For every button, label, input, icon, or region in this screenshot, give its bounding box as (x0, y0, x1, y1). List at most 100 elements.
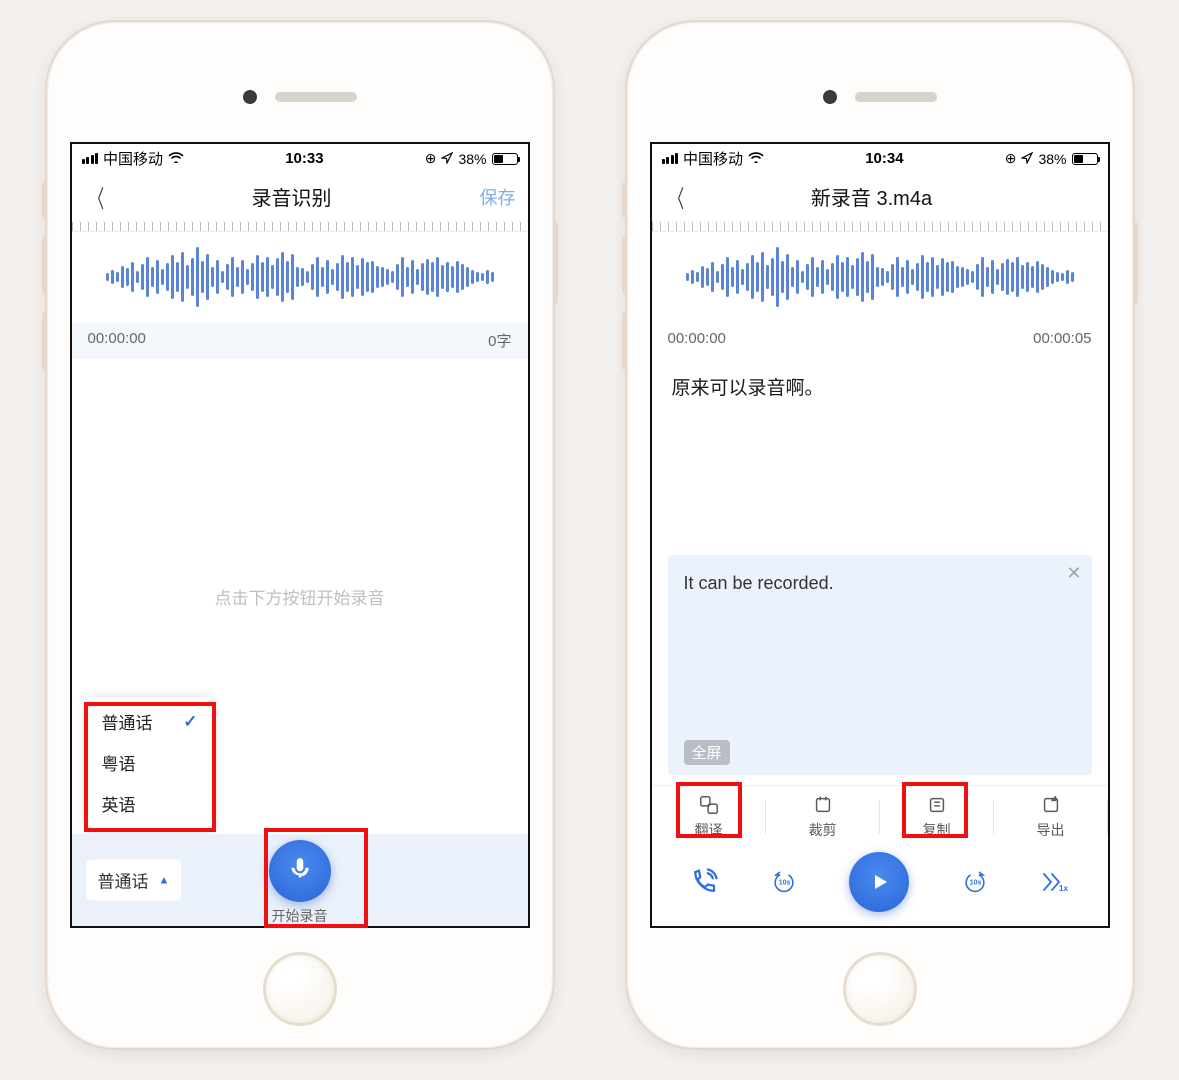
record-control: 开始录音 (269, 840, 331, 926)
svg-text:10s: 10s (779, 880, 791, 887)
svg-text:10s: 10s (970, 880, 982, 887)
language-selected: 普通话 (98, 868, 149, 893)
power-button (1133, 222, 1138, 304)
back-button[interactable]: 〈 (89, 179, 106, 214)
lang-option-cantonese[interactable]: 粤语 (88, 742, 212, 783)
status-bar: 中国移动 10:34 ⊕ 38% (652, 144, 1108, 171)
speaker-grille (855, 92, 937, 102)
content-area: 点击下方按钮开始录音 普通话 ✓ 粤语 英语 (72, 359, 528, 834)
play-icon (867, 870, 891, 894)
status-time: 10:34 (764, 150, 1005, 167)
signal-icon (662, 153, 679, 164)
wifi-icon (168, 150, 184, 167)
translation-text: It can be recorded. (684, 573, 1076, 594)
record-label: 开始录音 (272, 906, 328, 926)
record-button[interactable] (269, 840, 331, 902)
content-area: 原来可以录音啊。 ✕ It can be recorded. 全屏 (652, 355, 1108, 785)
status-left: 中国移动 (662, 148, 765, 169)
lang-option-mandarin[interactable]: 普通话 ✓ (88, 701, 212, 742)
transcript-text[interactable]: 原来可以录音啊。 (668, 367, 1092, 406)
home-button[interactable] (263, 952, 337, 1026)
copy-icon (926, 794, 948, 816)
battery-icon (492, 153, 518, 165)
battery-percent: 38% (458, 151, 486, 167)
trim-icon (812, 794, 834, 816)
alarm-icon: ⊕ (425, 150, 437, 167)
camera-dot (243, 90, 257, 104)
toolbar-label: 裁剪 (809, 820, 837, 840)
translation-panel: ✕ It can be recorded. 全屏 (668, 555, 1092, 775)
toolbar-label: 翻译 (695, 820, 723, 840)
status-bar: 中国移动 10:33 ⊕ 38% (72, 144, 528, 171)
screen-left: 中国移动 10:33 ⊕ 38% 〈 录音识别 保存 00:00:00 0字 (70, 142, 530, 928)
camera-dot (823, 90, 837, 104)
microphone-icon (287, 856, 313, 887)
player-bar: 10s 10s 1x (652, 842, 1108, 926)
status-right: ⊕ 38% (1005, 150, 1098, 167)
language-selector[interactable]: 普通话 ▲ (86, 860, 182, 901)
word-count: 0字 (488, 330, 511, 351)
alarm-icon: ⊕ (1005, 150, 1017, 167)
status-left: 中国移动 (82, 148, 185, 169)
back-button[interactable]: 〈 (669, 179, 686, 214)
svg-text:1x: 1x (1059, 884, 1068, 893)
trim-button[interactable]: 裁剪 (766, 794, 880, 840)
toolbar-label: 复制 (923, 820, 951, 840)
elapsed-time: 00:00:00 (88, 330, 146, 351)
page-title: 新录音 3.m4a (692, 182, 1052, 211)
side-buttons (622, 182, 627, 370)
side-buttons (42, 182, 47, 370)
battery-percent: 38% (1038, 151, 1066, 167)
battery-icon (1072, 153, 1098, 165)
save-button[interactable]: 保存 (472, 184, 516, 210)
language-dropdown-menu[interactable]: 普通话 ✓ 粤语 英语 (88, 697, 212, 828)
placeholder-hint: 点击下方按钮开始录音 (215, 584, 385, 609)
location-icon (1021, 151, 1033, 167)
power-button (553, 222, 558, 304)
earpiece (823, 90, 937, 104)
carrier-label: 中国移动 (683, 148, 743, 169)
phone-mockup-left: 中国移动 10:33 ⊕ 38% 〈 录音识别 保存 00:00:00 0字 (45, 20, 555, 1050)
playback-speed-button[interactable]: 1x (1040, 867, 1070, 897)
status-time: 10:33 (184, 150, 425, 167)
translate-button[interactable]: 翻译 (652, 794, 766, 840)
export-icon (1040, 794, 1062, 816)
waveform-display (72, 232, 528, 322)
bottom-bar: 普通话 ▲ 开始录音 (72, 834, 528, 926)
lang-option-english[interactable]: 英语 (88, 783, 212, 824)
play-button[interactable] (849, 852, 909, 912)
timeline-ruler (72, 222, 528, 232)
fullscreen-button[interactable]: 全屏 (684, 740, 730, 765)
phone-mockup-right: 中国移动 10:34 ⊕ 38% 〈 新录音 3.m4a 00:00:00 00… (625, 20, 1135, 1050)
lang-label: 粤语 (102, 750, 136, 775)
recording-meta: 00:00:00 0字 (72, 322, 528, 359)
phone-audio-button[interactable] (689, 867, 719, 897)
toolbar-label: 导出 (1037, 820, 1065, 840)
signal-icon (82, 153, 99, 164)
carrier-label: 中国移动 (103, 148, 163, 169)
translate-icon (698, 794, 720, 816)
lang-label: 英语 (102, 791, 136, 816)
rewind-10s-button[interactable]: 10s (769, 870, 799, 894)
timeline-ruler (652, 222, 1108, 232)
nav-bar: 〈 录音识别 保存 (72, 171, 528, 222)
screen-right: 中国移动 10:34 ⊕ 38% 〈 新录音 3.m4a 00:00:00 00… (650, 142, 1110, 928)
copy-button[interactable]: 复制 (880, 794, 994, 840)
end-time: 00:00:05 (1033, 330, 1091, 347)
caret-up-icon: ▲ (159, 874, 170, 886)
location-icon (441, 151, 453, 167)
status-right: ⊕ 38% (425, 150, 518, 167)
waveform-display (652, 232, 1108, 322)
wifi-icon (748, 150, 764, 167)
check-icon: ✓ (183, 712, 197, 732)
speaker-grille (275, 92, 357, 102)
home-button[interactable] (843, 952, 917, 1026)
nav-bar: 〈 新录音 3.m4a (652, 171, 1108, 222)
start-time: 00:00:00 (668, 330, 726, 347)
close-button[interactable]: ✕ (1066, 563, 1081, 584)
playback-meta: 00:00:00 00:00:05 (652, 322, 1108, 355)
lang-label: 普通话 (102, 709, 153, 734)
forward-10s-button[interactable]: 10s (960, 870, 990, 894)
export-button[interactable]: 导出 (994, 794, 1108, 840)
toolbar: 翻译 裁剪 复制 导出 (652, 785, 1108, 842)
